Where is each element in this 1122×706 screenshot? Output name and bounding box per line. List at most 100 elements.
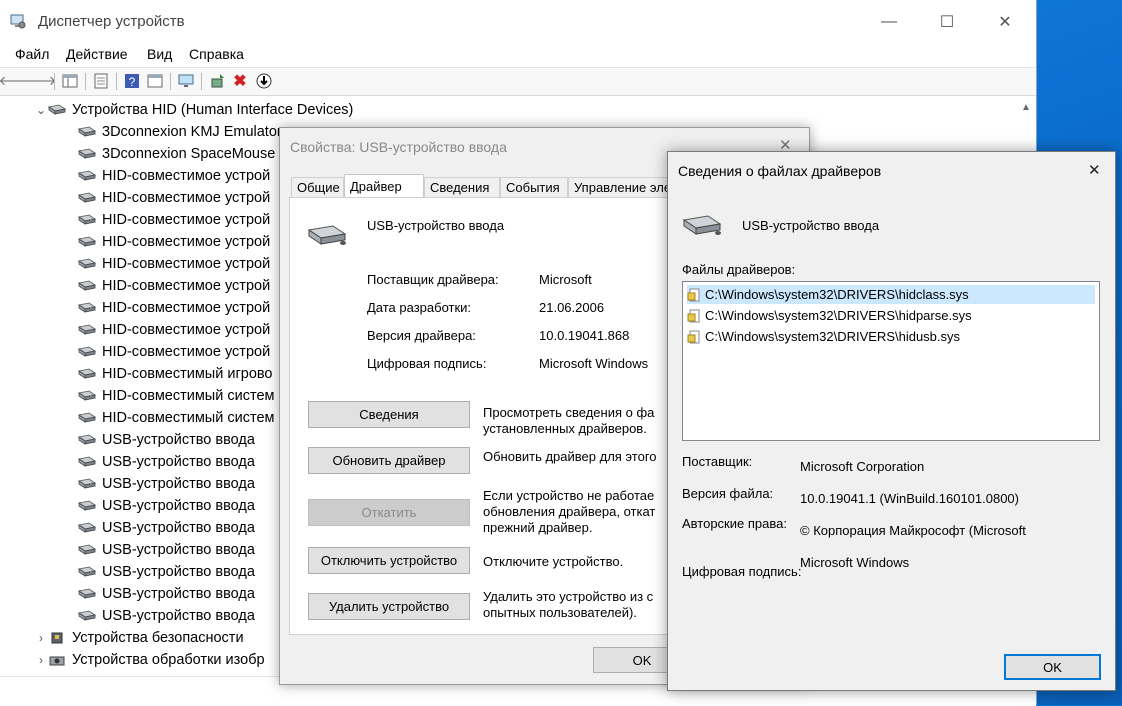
system-file-icon <box>687 330 700 343</box>
disable-device-button[interactable]: Отключить устройство <box>308 547 470 574</box>
list-item[interactable]: C:\Windows\system32\DRIVERS\hidclass.sys <box>687 285 1095 304</box>
tree-item-label: 3Dconnexion KMJ Emulator <box>102 124 282 140</box>
security-device-icon <box>51 632 63 644</box>
uninstall-device-button[interactable]: Удалить устройство <box>308 593 470 620</box>
hid-device-icon <box>78 412 96 423</box>
tree-item-label: USB-устройство ввода <box>102 432 255 448</box>
file-path: C:\Windows\system32\DRIVERS\hidclass.sys <box>705 287 969 302</box>
hid-device-icon <box>78 456 96 467</box>
file-path: C:\Windows\system32\DRIVERS\hidusb.sys <box>705 329 961 344</box>
field-value: 21.06.2006 <box>539 300 605 315</box>
signature-value: Microsoft Windows <box>800 555 910 570</box>
field-label: Версия драйвера: <box>367 328 476 343</box>
tree-item-label: Устройства обработки изобр <box>72 652 265 668</box>
file-path: C:\Windows\system32\DRIVERS\hidparse.sys <box>705 308 972 323</box>
update-driver-icon[interactable] <box>210 73 226 89</box>
chevron-down-icon[interactable]: ⌄ <box>34 103 48 117</box>
chevron-right-icon[interactable]: › <box>34 653 48 667</box>
menu-view[interactable]: Вид <box>147 46 172 62</box>
driver-file-details-dialog: Сведения о файлах драйверов ✕ USB-устрой… <box>667 151 1116 691</box>
hid-device-icon <box>78 566 96 577</box>
tree-item-label: Устройства безопасности <box>72 630 244 646</box>
action-description: Если устройство не работае обновления др… <box>483 488 656 535</box>
menu-action[interactable]: Действие <box>66 46 128 62</box>
provider-label: Поставщик: <box>682 454 753 469</box>
toolbar-separator <box>54 73 55 90</box>
hid-device-icon <box>78 170 96 181</box>
maximize-button[interactable]: ☐ <box>924 0 970 44</box>
svg-text:?: ? <box>129 75 136 89</box>
tree-item-label: HID-совместимое устрой <box>102 190 271 206</box>
hid-device-icon <box>78 588 96 599</box>
ok-button[interactable]: OK <box>1004 654 1101 680</box>
usb-device-icon <box>682 215 722 235</box>
hid-device-icon <box>78 214 96 225</box>
field-label: Поставщик драйвера: <box>367 272 499 287</box>
action-description: Удалить это устройство из с опытных поль… <box>483 589 654 620</box>
menu-bar: Файл Действие Вид Справка <box>0 44 1036 66</box>
driver-files-list[interactable]: C:\Windows\system32\DRIVERS\hidclass.sys… <box>682 281 1100 441</box>
system-file-icon <box>687 288 700 301</box>
hid-device-icon <box>78 302 96 313</box>
minimize-button[interactable]: — <box>866 0 912 44</box>
device-manager-icon <box>10 14 26 29</box>
details-button[interactable]: Сведения <box>308 401 470 428</box>
action-description: Обновить драйвер для этого <box>483 449 657 464</box>
dialog-title: Сведения о файлах драйверов <box>678 163 882 179</box>
toolbar: 🡐 🡒 ? ✖ <box>0 67 1036 96</box>
tree-item-label: HID-совместимый систем <box>102 388 275 404</box>
hid-device-icon <box>48 104 66 115</box>
menu-file[interactable]: Файл <box>15 46 49 62</box>
field-label: Дата разработки: <box>367 300 472 315</box>
hid-device-icon <box>78 368 96 379</box>
tab-details[interactable]: Сведения <box>424 177 500 197</box>
menu-help[interactable]: Справка <box>189 46 244 62</box>
help-icon[interactable]: ? <box>124 73 140 89</box>
forward-arrow-icon[interactable]: 🡒 <box>22 73 57 89</box>
tree-group-hid[interactable]: ⌄ Устройства HID (Human Interface Devices… <box>0 99 1010 121</box>
tree-item-label: HID-совместимое устрой <box>102 212 271 228</box>
tree-item-label: USB-устройство ввода <box>102 476 255 492</box>
rollback-button[interactable]: Откатить <box>308 499 470 526</box>
update-driver-button[interactable]: Обновить драйвер <box>308 447 470 474</box>
toolbar-separator <box>116 73 117 90</box>
copyright-label: Авторские права: <box>682 516 787 531</box>
title-bar[interactable]: Диспетчер устройств — ☐ ✕ <box>0 0 1036 44</box>
toolbar-separator <box>201 73 202 90</box>
scroll-up-arrow-icon[interactable]: ▲ <box>1021 102 1031 113</box>
hid-device-icon <box>78 346 96 357</box>
hid-device-icon <box>78 126 96 137</box>
hid-device-icon <box>78 148 96 159</box>
list-item[interactable]: C:\Windows\system32\DRIVERS\hidusb.sys <box>687 327 1095 346</box>
hid-device-icon <box>78 192 96 203</box>
provider-value: Microsoft Corporation <box>800 459 925 474</box>
action-description: Просмотреть сведения о фа установленных … <box>483 405 655 436</box>
hid-device-icon <box>78 258 96 269</box>
list-item[interactable]: C:\Windows\system32\DRIVERS\hidparse.sys <box>687 306 1095 325</box>
tab-events[interactable]: События <box>500 177 568 197</box>
uninstall-x-icon[interactable]: ✖ <box>232 73 248 90</box>
chevron-right-icon[interactable]: › <box>34 631 48 645</box>
tree-item-label: HID-совместимое устрой <box>102 322 271 338</box>
tree-item-label: USB-устройство ввода <box>102 498 255 514</box>
tree-item-label: USB-устройство ввода <box>102 608 255 624</box>
close-icon[interactable]: ✕ <box>1088 161 1101 179</box>
monitor-icon[interactable] <box>178 73 194 89</box>
dialog-title: Свойства: USB-устройство ввода <box>290 139 507 155</box>
tree-item-label: HID-совместимое устрой <box>102 300 271 316</box>
tree-item-label: HID-совместимый игрово <box>102 366 273 382</box>
view-icon[interactable] <box>147 73 163 89</box>
close-button[interactable]: ✕ <box>982 0 1028 44</box>
tree-item-label: 3Dconnexion SpaceMouse <box>102 146 276 162</box>
tab-driver[interactable]: Драйвер <box>344 174 424 198</box>
action-description: Отключите устройство. <box>483 554 624 569</box>
window-title: Диспетчер устройств <box>38 13 185 30</box>
hid-device-icon <box>78 434 96 445</box>
properties-icon[interactable] <box>93 73 109 89</box>
tab-general[interactable]: Общие <box>291 177 344 197</box>
tree-item-label: HID-совместимое устрой <box>102 234 271 250</box>
show-hide-tree-icon[interactable] <box>62 73 78 89</box>
download-circle-icon[interactable] <box>256 73 272 89</box>
tree-item-label: USB-устройство ввода <box>102 520 255 536</box>
tree-item-label: HID-совместимое устрой <box>102 168 271 184</box>
